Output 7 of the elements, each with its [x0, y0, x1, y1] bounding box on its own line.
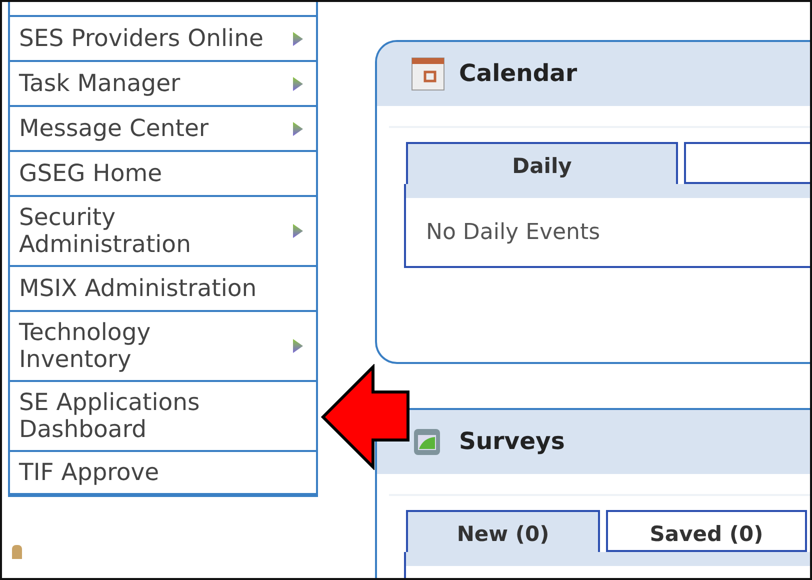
panel-title: Surveys — [459, 426, 565, 458]
panel-title: Calendar — [459, 58, 578, 90]
tab[interactable]: New (0) — [406, 510, 600, 552]
empty-message: No Daily Events — [425, 219, 602, 247]
tab[interactable]: Daily — [406, 142, 678, 184]
tab[interactable]: Saved (0) — [606, 510, 807, 552]
menu-item[interactable]: TIF Approve — [10, 450, 316, 496]
